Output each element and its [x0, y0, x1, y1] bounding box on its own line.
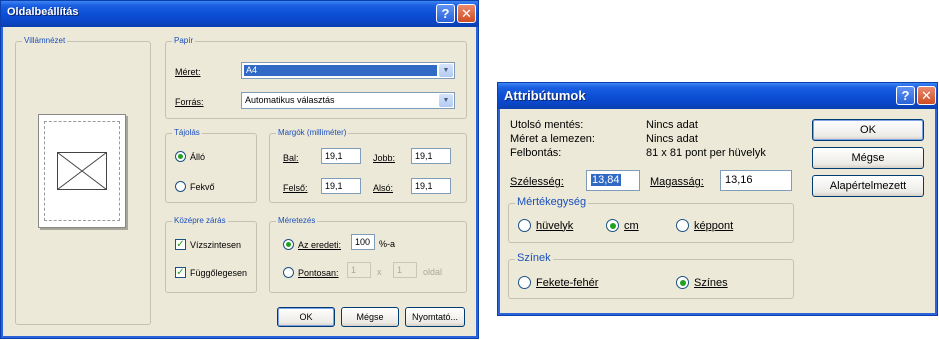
portrait-label: Álló	[190, 151, 206, 162]
scaling-group: Méretezés	[269, 216, 467, 293]
fit-x-label: x	[377, 267, 382, 277]
paper-size-value: A4	[244, 65, 437, 76]
fit-unit-label: oldal	[423, 267, 443, 277]
centering-legend: Középre zárás	[172, 216, 228, 225]
center-vertical-label: Függőlegesen	[190, 267, 248, 278]
help-icon[interactable]: ?	[896, 86, 915, 105]
centering-group: Középre zárás	[165, 216, 257, 293]
radio-dot	[676, 219, 689, 232]
scale-original-label: Az eredeti:	[298, 239, 342, 250]
center-horizontal-label: Vízszintesen	[190, 239, 242, 250]
paper-size-label: Méret:	[175, 67, 201, 77]
info-label-0: Utolsó mentés:	[510, 119, 584, 131]
unit-inches-label: hüvelyk	[536, 219, 574, 232]
margin-bottom-input[interactable]: 19,1	[411, 178, 451, 194]
unit-inches-radio[interactable]: hüvelyk	[518, 219, 573, 232]
radio-dot	[606, 219, 619, 232]
info-value-1: Nincs adat	[646, 133, 698, 145]
paper-size-combo[interactable]: A4 ▼	[241, 62, 455, 79]
width-value: 13,84	[591, 174, 621, 186]
paper-legend: Papír	[172, 36, 196, 45]
width-label: Szélesség:	[510, 176, 564, 188]
paper-source-combo[interactable]: Automatikus választás ▼	[241, 92, 455, 109]
width-input[interactable]: 13,84	[586, 170, 640, 191]
landscape-radio[interactable]: Fekvő	[175, 181, 215, 192]
radio-dot	[175, 181, 186, 192]
margin-left-label: Bal:	[283, 153, 299, 163]
center-horizontal-checkbox[interactable]: ✓ Vízszintesen	[175, 239, 241, 250]
color-color-radio[interactable]: Színes	[676, 276, 728, 289]
page-setup-dialog: Oldalbeállítás ? ✕ Villámnézet Papír Mér…	[0, 0, 479, 339]
ok-button[interactable]: OK	[812, 119, 924, 141]
unit-pixels-radio[interactable]: képpont	[676, 219, 733, 232]
close-icon[interactable]: ✕	[457, 4, 476, 23]
height-input[interactable]: 13,16	[720, 170, 792, 191]
color-bw-label: Fekete-fehér	[536, 276, 599, 289]
fit-tall-input[interactable]: 1	[393, 262, 417, 278]
scaling-legend: Méretezés	[276, 216, 318, 225]
portrait-radio[interactable]: Álló	[175, 151, 205, 162]
close-icon[interactable]: ✕	[917, 86, 936, 105]
cancel-button[interactable]: Mégse	[341, 307, 399, 327]
unit-cm-label: cm	[624, 219, 639, 232]
margin-right-label: Jobb:	[373, 153, 396, 163]
printer-button[interactable]: Nyomtató...	[405, 307, 465, 327]
page-setup-titlebar[interactable]: Oldalbeállítás ? ✕	[1, 1, 478, 27]
info-value-0: Nincs adat	[646, 119, 698, 131]
check-icon: ✓	[175, 267, 186, 278]
fit-wide-input[interactable]: 1	[347, 262, 371, 278]
radio-dot	[518, 276, 531, 289]
info-label-1: Méret a lemezen:	[510, 133, 595, 145]
help-icon[interactable]: ?	[436, 4, 455, 23]
margin-top-label: Felső:	[283, 183, 308, 193]
center-vertical-checkbox[interactable]: ✓ Függőlegesen	[175, 267, 247, 278]
radio-dot	[676, 276, 689, 289]
radio-dot	[283, 239, 294, 250]
unit-pixels-label: képpont	[694, 219, 734, 232]
cancel-button[interactable]: Mégse	[812, 147, 924, 169]
paper-source-label: Forrás:	[175, 97, 204, 107]
default-button[interactable]: Alapértelmezett	[812, 175, 924, 197]
color-bw-radio[interactable]: Fekete-fehér	[518, 276, 598, 289]
scale-fit-label: Pontosan:	[298, 267, 339, 278]
radio-dot	[283, 267, 294, 278]
info-label-2: Felbontás:	[510, 147, 562, 159]
scale-percent-input[interactable]: 100	[351, 234, 375, 250]
ok-button[interactable]: OK	[277, 307, 335, 327]
window-title: Oldalbeállítás	[7, 6, 79, 18]
paper-source-value: Automatikus választás	[245, 95, 335, 105]
chevron-down-icon[interactable]: ▼	[439, 94, 453, 107]
orientation-group: Tájolás	[165, 128, 257, 203]
image-placeholder-icon	[57, 152, 107, 190]
margin-top-input[interactable]: 19,1	[321, 178, 361, 194]
height-label: Magasság:	[650, 176, 704, 188]
orientation-legend: Tájolás	[172, 128, 202, 137]
chevron-down-icon[interactable]: ▼	[439, 64, 453, 77]
preview-legend: Villámnézet	[22, 36, 68, 45]
scale-original-radio[interactable]: Az eredeti:	[283, 239, 341, 250]
preview-group: Villámnézet	[15, 36, 151, 325]
info-value-2: 81 x 81 pont per hüvelyk	[646, 147, 766, 159]
colors-legend: Színek	[515, 252, 553, 264]
check-icon: ✓	[175, 239, 186, 250]
scale-percent-unit: %-a	[379, 239, 396, 249]
margin-right-input[interactable]: 19,1	[411, 148, 451, 164]
radio-dot	[518, 219, 531, 232]
scale-fit-radio[interactable]: Pontosan:	[283, 267, 339, 278]
color-color-label: Színes	[694, 276, 728, 289]
margins-legend: Margók (milliméter)	[276, 128, 349, 137]
attributes-titlebar[interactable]: Attribútumok ? ✕	[498, 83, 937, 109]
margin-left-input[interactable]: 19,1	[321, 148, 361, 164]
radio-dot	[175, 151, 186, 162]
unit-cm-radio[interactable]: cm	[606, 219, 639, 232]
attributes-dialog: Attribútumok ? ✕ Utolsó mentés: Nincs ad…	[497, 82, 938, 316]
window-title: Attribútumok	[504, 88, 586, 103]
landscape-label: Fekvő	[190, 181, 215, 192]
units-legend: Mértékegység	[515, 196, 589, 208]
margin-bottom-label: Alsó:	[373, 183, 394, 193]
page-preview	[38, 114, 126, 228]
